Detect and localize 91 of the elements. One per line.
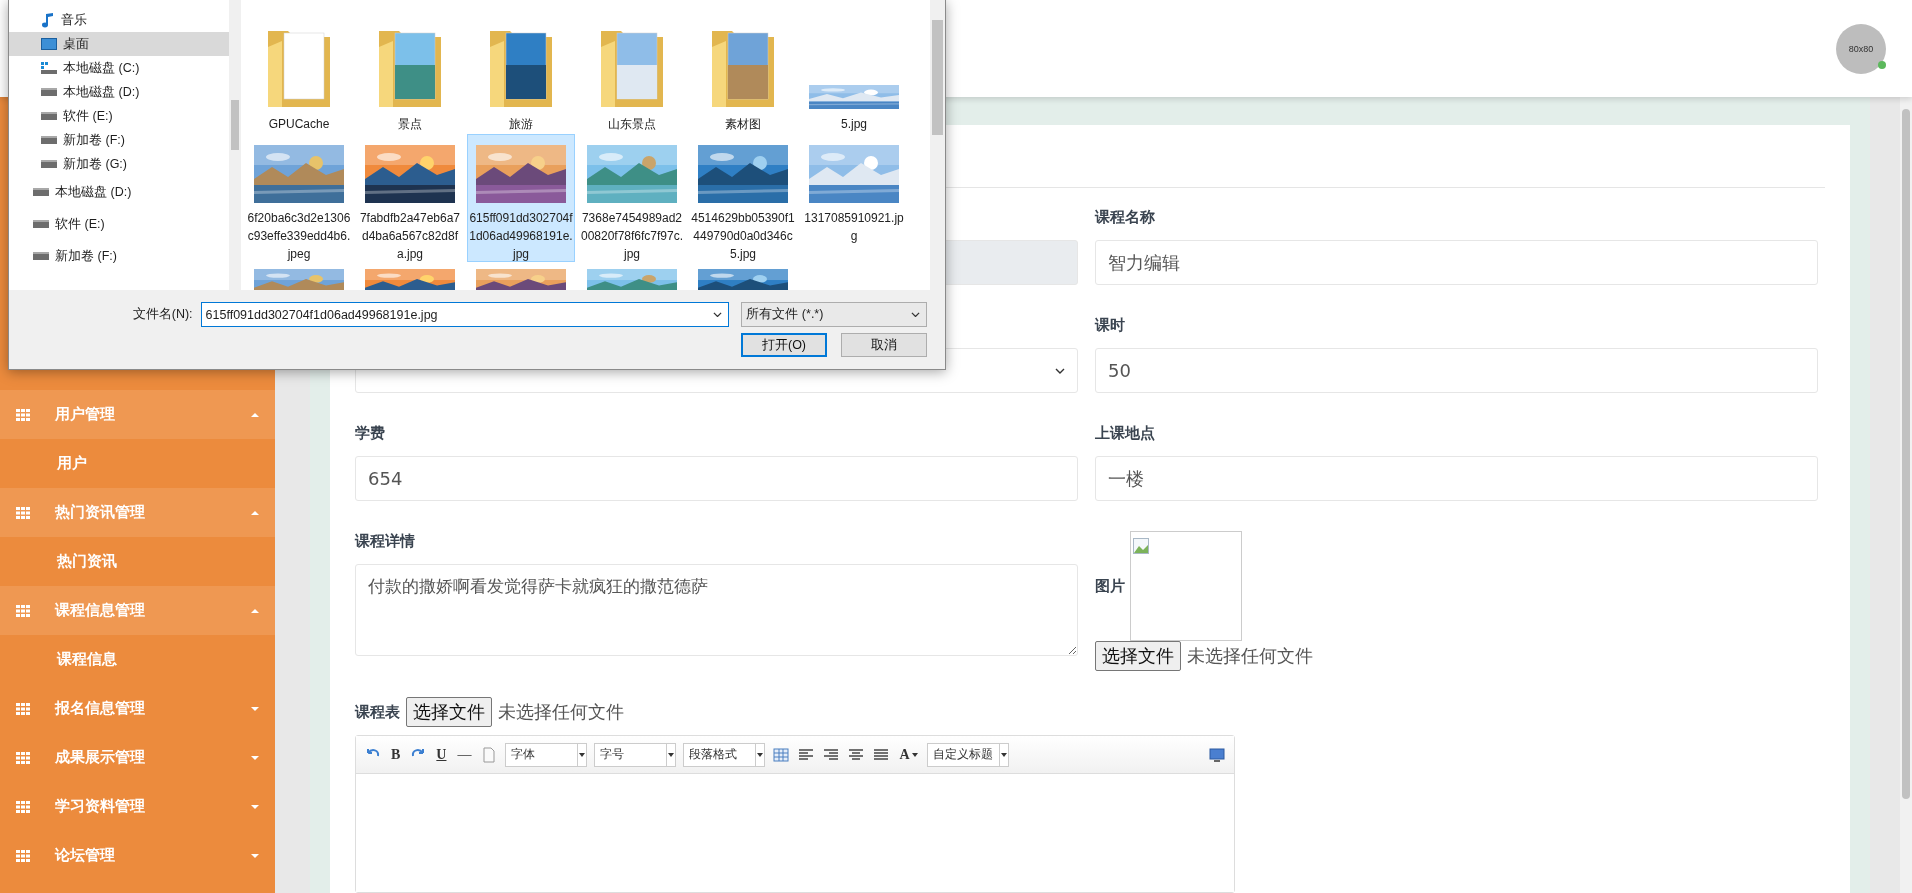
tree-item[interactable]: 本地磁盘 (D:)	[9, 176, 229, 208]
desktop-icon	[41, 38, 57, 50]
file-item[interactable]: 6f20ba6c3d2e1306c93effe339edd4b6.jpeg	[245, 134, 353, 262]
drive-icon	[33, 220, 49, 228]
caret-down-icon	[251, 853, 259, 858]
toolbar-dropdown[interactable]: 字体	[505, 742, 588, 767]
field-label: 课程详情	[355, 531, 416, 551]
grid-icon	[16, 604, 30, 617]
file-item[interactable]: 5.jpg	[800, 0, 908, 134]
caret-down-icon	[251, 706, 259, 711]
file-type-dropdown[interactable]: 所有文件 (*.*)	[741, 302, 927, 327]
underline-button[interactable]: U	[434, 746, 449, 763]
caret-down-icon	[1000, 752, 1007, 757]
music-note-icon	[41, 12, 55, 28]
file-item[interactable]: GPUCache	[245, 0, 353, 134]
input-field[interactable]: 50	[1095, 348, 1818, 393]
tree-item[interactable]: 新加卷 (G:)	[9, 152, 229, 176]
toolbar-dropdown[interactable]: 段落格式	[683, 742, 766, 767]
caret-down-icon	[251, 755, 259, 760]
grid-icon	[16, 849, 30, 862]
file-item[interactable]: 素材图	[689, 0, 797, 134]
table-icon[interactable]	[772, 745, 791, 764]
field-label: 课程名称	[1095, 207, 1156, 227]
input-field[interactable]: 654	[355, 456, 1078, 501]
drive-icon	[33, 188, 49, 196]
drive-icon	[41, 88, 57, 96]
input-field[interactable]: 一楼	[1095, 456, 1818, 501]
textarea-field[interactable]: 付款的撒娇啊看发觉得萨卡就疯狂的撒范德萨	[355, 564, 1078, 656]
caret-down-icon	[911, 752, 918, 757]
scrollbar[interactable]	[930, 0, 945, 290]
file-item[interactable]: 景点	[356, 0, 464, 134]
grid-icon	[16, 408, 30, 421]
drive-icon	[41, 62, 57, 74]
choose-file-button[interactable]: 选择文件	[406, 697, 492, 727]
scrollbar[interactable]	[229, 0, 241, 290]
file-item[interactable]: 7368e7454989ad200820f78f6fc7f97c.jpg	[578, 134, 686, 262]
file-item[interactable]: 615ff091dd302704f1d06ad49968191e.jpg	[467, 134, 575, 262]
rich-text-editor[interactable]: B U — 字体 字号 段落格式 A 自定义标题	[355, 735, 1235, 893]
caret-down-icon	[579, 752, 586, 757]
horizontal-rule-button[interactable]: —	[455, 746, 474, 763]
file-item[interactable]: 1317085910921.jpg	[800, 134, 908, 262]
choose-file-button[interactable]: 选择文件	[1095, 641, 1181, 671]
file-name-field[interactable]: 615ff091dd302704f1d06ad49968191e.jpg	[200, 302, 730, 327]
field-label: 图片	[1095, 576, 1126, 596]
file-item[interactable]: 山东景点	[578, 0, 686, 134]
tree-item[interactable]: 新加卷 (F:)	[9, 240, 229, 272]
caret-up-icon	[251, 510, 259, 515]
font-color-button[interactable]: A	[897, 746, 920, 763]
file-status: 未选择任何文件	[1187, 644, 1313, 668]
chevron-down-icon	[911, 311, 920, 318]
caret-up-icon	[251, 608, 259, 613]
grid-icon	[16, 751, 30, 764]
drive-icon	[41, 136, 57, 144]
toolbar-dropdown[interactable]: 字号	[594, 742, 677, 767]
drive-icon	[41, 112, 57, 120]
file-item[interactable]: 旅游	[467, 0, 575, 134]
broken-image-icon	[1133, 538, 1149, 554]
chevron-down-icon	[713, 311, 723, 318]
avatar[interactable]: 80x80	[1836, 23, 1886, 74]
dialog-button[interactable]: 取消	[841, 333, 927, 357]
file-item[interactable]: 4514629bb05390f1449790d0a0d346c5.jpg	[689, 134, 797, 262]
tree-item[interactable]: 桌面	[9, 32, 229, 56]
scrollbar[interactable]	[1900, 97, 1912, 893]
caret-up-icon	[251, 412, 259, 417]
file-name-label: 文件名(N):	[131, 306, 193, 323]
field-label: 课时	[1095, 315, 1126, 335]
caret-down-icon	[757, 752, 764, 757]
field-label: 上课地点	[1095, 423, 1156, 443]
toolbar-dropdown[interactable]: 自定义标题	[926, 742, 1009, 767]
input-field[interactable]: 智力编辑	[1095, 240, 1818, 285]
tree-item[interactable]: 软件 (E:)	[9, 208, 229, 240]
bold-button[interactable]: B	[389, 746, 403, 763]
grid-icon	[16, 702, 30, 715]
grid-icon	[16, 800, 30, 813]
monitor-icon[interactable]	[1208, 745, 1226, 764]
field-label: 学费	[355, 423, 386, 443]
field-label: 课程表	[355, 702, 400, 722]
drive-icon	[33, 252, 49, 260]
tree-item[interactable]: 新加卷 (F:)	[9, 128, 229, 152]
file-item[interactable]: 7fabdfb2a47eb6a7d4ba6a567c82d8fa.jpg	[356, 134, 464, 262]
tree-item[interactable]: 软件 (E:)	[9, 104, 229, 128]
tree-item[interactable]: 音乐	[9, 8, 229, 32]
grid-icon	[16, 506, 30, 519]
tree-item[interactable]: 本地磁盘 (C:)	[9, 56, 229, 80]
chevron-down-icon	[1055, 367, 1065, 374]
caret-down-icon	[251, 804, 259, 809]
caret-down-icon	[668, 752, 675, 757]
tree-item[interactable]: 本地磁盘 (D:)	[9, 80, 229, 104]
file-status: 未选择任何文件	[498, 700, 624, 724]
dialog-button[interactable]: 打开(O)	[741, 333, 827, 357]
drive-icon	[41, 160, 57, 168]
